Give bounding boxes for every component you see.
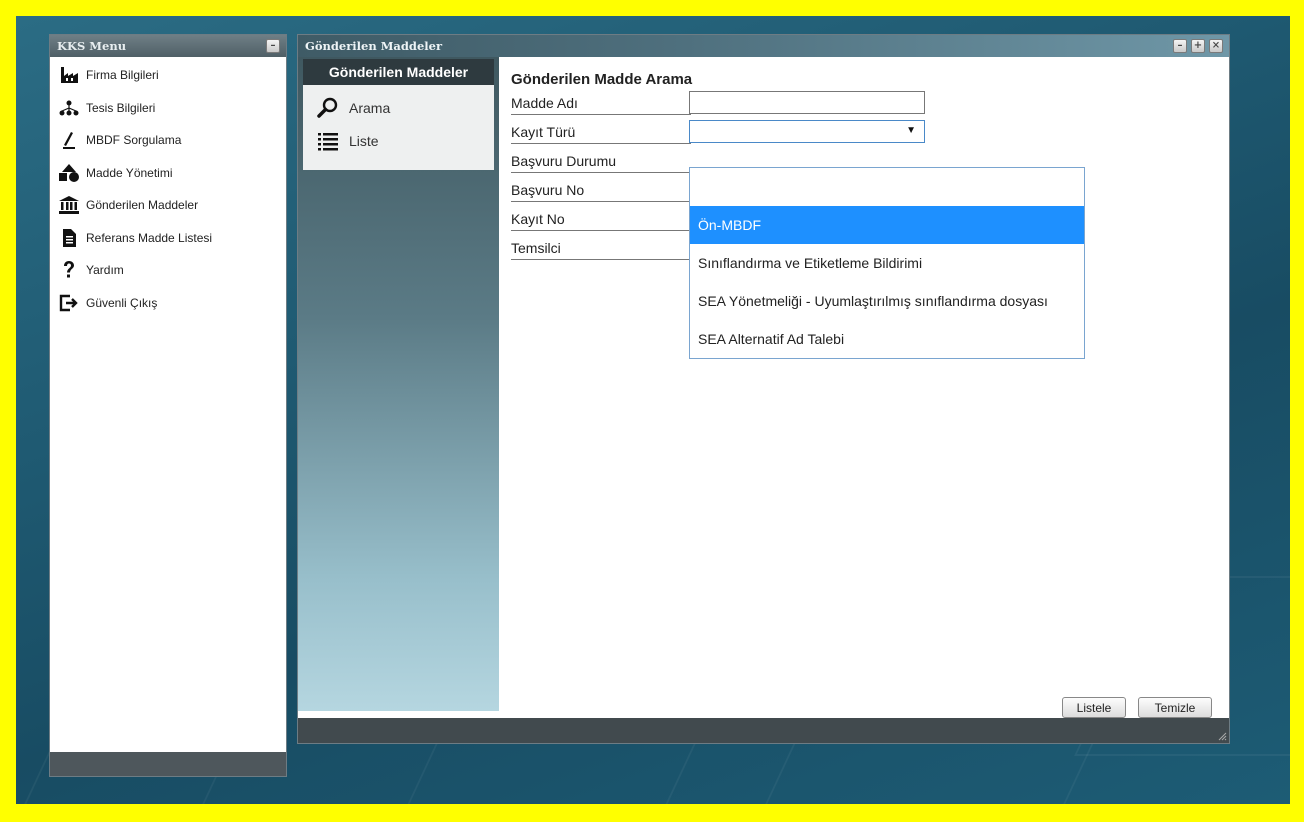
bank-icon	[57, 195, 81, 215]
kks-menu-panel: KKS Menu – Firma Bilgileri Tesis Bilgile…	[49, 34, 287, 777]
nav-item-arama[interactable]: Arama	[303, 91, 494, 124]
menu-list: Firma Bilgileri Tesis Bilgileri MBDF Sor…	[50, 57, 286, 319]
dropdown-option[interactable]: Sınıflandırma ve Etiketleme Bildirimi	[690, 244, 1084, 282]
field-madde-adi: Madde Adı	[511, 91, 1229, 120]
factory-icon	[57, 65, 81, 85]
sidebar-nav: Arama Liste	[303, 85, 494, 170]
menu-item-firma-bilgileri[interactable]: Firma Bilgileri	[50, 59, 286, 92]
menu-item-tesis-bilgileri[interactable]: Tesis Bilgileri	[50, 92, 286, 125]
kayit-turu-dropdown-list: Ön-MBDF Sınıflandırma ve Etiketleme Bild…	[689, 167, 1085, 359]
madde-adi-input[interactable]	[689, 91, 925, 114]
resize-grip-icon[interactable]	[1217, 731, 1227, 741]
listele-button[interactable]: Listele	[1062, 697, 1126, 718]
desktop-background: KKS Menu – Firma Bilgileri Tesis Bilgile…	[16, 16, 1290, 804]
menu-title: KKS Menu	[57, 39, 127, 53]
nav-item-liste[interactable]: Liste	[303, 124, 494, 157]
minimize-button[interactable]: –	[1173, 39, 1187, 53]
window-titlebar: Gönderilen Maddeler – + ×	[298, 35, 1229, 57]
network-icon	[57, 98, 81, 118]
search-icon	[317, 97, 339, 119]
dropdown-option[interactable]: SEA Alternatif Ad Talebi	[690, 320, 1084, 358]
dropdown-option[interactable]: SEA Yönetmeliği - Uyumlaştırılmış sınıfl…	[690, 282, 1084, 320]
gonderilen-maddeler-window: Gönderilen Maddeler – + × Gönderilen Mad…	[297, 34, 1230, 744]
menu-footer	[50, 752, 286, 776]
maximize-button[interactable]: +	[1191, 39, 1205, 53]
dropdown-option[interactable]	[690, 168, 1084, 206]
window-sidebar: Gönderilen Maddeler Arama Liste	[298, 57, 499, 711]
form-title: Gönderilen Madde Arama	[511, 71, 693, 88]
kayit-turu-select[interactable]: ▼	[689, 120, 925, 143]
list-icon	[317, 130, 339, 152]
logout-icon	[57, 293, 81, 313]
menu-item-mbdf-sorgulama[interactable]: MBDF Sorgulama	[50, 124, 286, 157]
dropdown-option-selected[interactable]: Ön-MBDF	[690, 206, 1084, 244]
sidebar-header: Gönderilen Maddeler	[303, 59, 494, 85]
dropdown-arrow-icon: ▼	[906, 125, 916, 136]
pen-icon	[57, 130, 81, 150]
window-footer	[298, 718, 1229, 743]
close-button[interactable]: ×	[1209, 39, 1223, 53]
menu-item-yardim[interactable]: Yardım	[50, 254, 286, 287]
question-icon	[57, 260, 81, 280]
document-icon	[57, 228, 81, 248]
minimize-button[interactable]: –	[266, 39, 280, 53]
menu-item-guvenli-cikis[interactable]: Güvenli Çıkış	[50, 287, 286, 320]
menu-item-madde-yonetimi[interactable]: Madde Yönetimi	[50, 157, 286, 190]
menu-item-gonderilen-maddeler[interactable]: Gönderilen Maddeler	[50, 189, 286, 222]
window-title: Gönderilen Maddeler	[305, 39, 443, 53]
field-kayit-turu: Kayıt Türü ▼	[511, 120, 1229, 149]
temizle-button[interactable]: Temizle	[1138, 697, 1212, 718]
menu-item-referans-madde-listesi[interactable]: Referans Madde Listesi	[50, 222, 286, 255]
menu-titlebar: KKS Menu –	[50, 35, 286, 57]
shapes-icon	[57, 163, 81, 183]
